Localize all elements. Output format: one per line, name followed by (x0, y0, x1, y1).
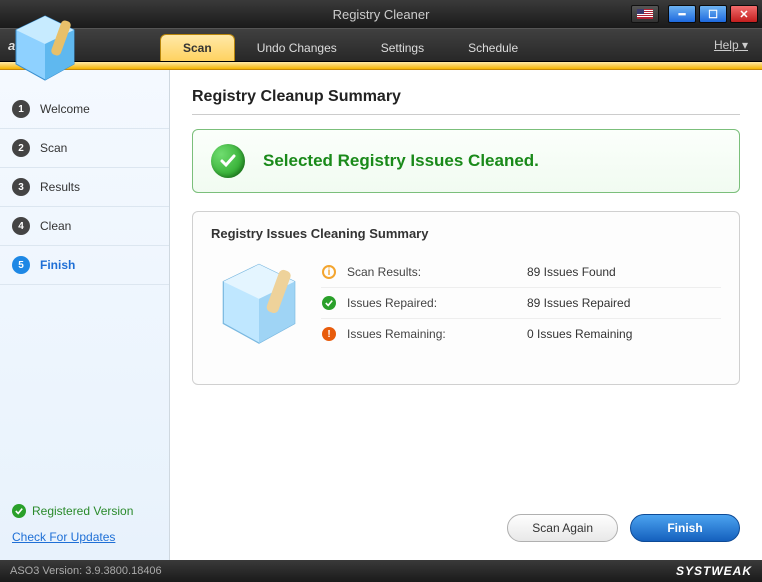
finish-button[interactable]: Finish (630, 514, 740, 542)
tab-settings[interactable]: Settings (359, 35, 446, 61)
step-label: Welcome (40, 102, 90, 116)
window-title: Registry Cleaner (333, 7, 430, 22)
warning-icon: ! (322, 327, 336, 341)
step-label: Finish (40, 258, 75, 272)
registered-version-label: Registered Version (12, 504, 157, 518)
close-button[interactable]: ✕ (730, 5, 758, 23)
step-results[interactable]: 3Results (0, 168, 169, 207)
action-bar: Scan Again Finish (192, 498, 740, 560)
summary-row-issues-repaired: Issues Repaired: 89 Issues Repaired (321, 288, 721, 319)
summary-row-scan-results: i Scan Results: 89 Issues Found (321, 257, 721, 288)
gold-accent-bar (0, 62, 762, 70)
row-label: Scan Results: (347, 265, 527, 279)
step-label: Clean (40, 219, 71, 233)
step-label: Scan (40, 141, 67, 155)
vendor-brand: SYSTWEAK (676, 564, 752, 578)
row-label: Issues Remaining: (347, 327, 527, 341)
row-value: 89 Issues Found (527, 265, 616, 279)
step-finish[interactable]: 5Finish (0, 246, 169, 285)
divider (192, 114, 740, 115)
wizard-steps: 1Welcome 2Scan 3Results 4Clean 5Finish (0, 90, 169, 285)
check-icon (322, 296, 336, 310)
summary-row-issues-remaining: ! Issues Remaining: 0 Issues Remaining (321, 319, 721, 349)
success-message: Selected Registry Issues Cleaned. (263, 151, 539, 171)
status-bar: ASO3 Version: 3.9.3800.18406 SYSTWEAK (0, 560, 762, 582)
summary-title: Registry Issues Cleaning Summary (211, 226, 721, 241)
minimize-button[interactable]: ━ (668, 5, 696, 23)
menu-tabs: Scan Undo Changes Settings Schedule (100, 29, 540, 61)
app-cube-icon (6, 10, 84, 93)
help-link[interactable]: Help ▾ (714, 29, 762, 61)
info-icon: i (322, 265, 336, 279)
summary-cube-icon (211, 257, 307, 358)
language-flag-button[interactable] (631, 5, 659, 23)
check-icon (12, 504, 26, 518)
success-check-icon (211, 144, 245, 178)
tab-undo-changes[interactable]: Undo Changes (235, 35, 359, 61)
scan-again-button[interactable]: Scan Again (507, 514, 618, 542)
row-value: 0 Issues Remaining (527, 327, 632, 341)
sidebar: 1Welcome 2Scan 3Results 4Clean 5Finish R… (0, 70, 170, 560)
row-label: Issues Repaired: (347, 296, 527, 310)
step-clean[interactable]: 4Clean (0, 207, 169, 246)
success-banner: Selected Registry Issues Cleaned. (192, 129, 740, 193)
page-title: Registry Cleanup Summary (192, 88, 740, 106)
row-value: 89 Issues Repaired (527, 296, 630, 310)
tab-scan[interactable]: Scan (160, 34, 235, 61)
step-welcome[interactable]: 1Welcome (0, 90, 169, 129)
menu-bar: aso Scan Undo Changes Settings Schedule … (0, 28, 762, 62)
main-content: Registry Cleanup Summary Selected Regist… (170, 70, 762, 560)
check-updates-link[interactable]: Check For Updates (12, 530, 157, 544)
version-label: ASO3 Version: 3.9.3800.18406 (10, 565, 162, 577)
summary-box: Registry Issues Cleaning Summary i Scan … (192, 211, 740, 385)
maximize-button[interactable]: ☐ (699, 5, 727, 23)
tab-schedule[interactable]: Schedule (446, 35, 540, 61)
step-scan[interactable]: 2Scan (0, 129, 169, 168)
title-bar: Registry Cleaner ━ ☐ ✕ (0, 0, 762, 28)
step-label: Results (40, 180, 80, 194)
